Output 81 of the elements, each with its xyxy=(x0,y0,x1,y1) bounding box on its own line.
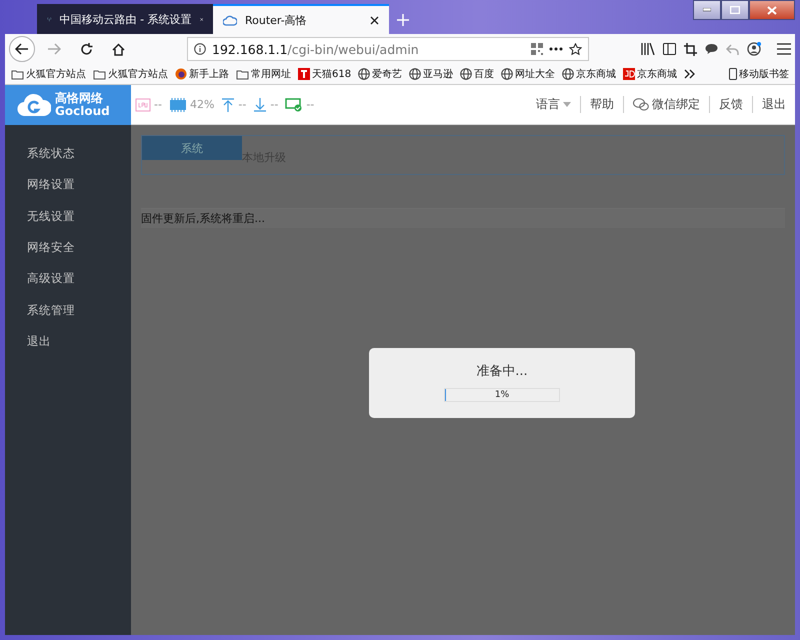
globe-icon xyxy=(409,68,422,80)
minimize-icon xyxy=(703,8,711,12)
back-arrow-icon xyxy=(15,43,29,55)
stat-value: -- xyxy=(154,98,162,111)
qr-code-icon[interactable] xyxy=(531,43,543,55)
bookmark-link[interactable]: 火狐官方站点 xyxy=(93,67,168,81)
sidebar-item[interactable]: 无线设置 xyxy=(5,200,131,232)
ram-icon xyxy=(168,98,187,112)
reload-icon[interactable] xyxy=(80,42,92,56)
cpu-icon xyxy=(135,98,151,112)
chevron-icon[interactable] xyxy=(684,69,696,79)
bookmark-link[interactable]: 爱奇艺 xyxy=(358,67,402,81)
bookmark-link[interactable]: 百度 xyxy=(460,67,494,81)
monitor-check-icon xyxy=(285,98,304,112)
globe-icon xyxy=(562,68,574,80)
minimize-button[interactable] xyxy=(693,0,721,20)
globe-icon xyxy=(501,68,514,80)
close-icon xyxy=(767,6,777,14)
stat-value: -- xyxy=(238,98,246,111)
header-link[interactable]: 退出 xyxy=(762,96,786,113)
account-icon[interactable] xyxy=(747,42,761,56)
home-icon[interactable] xyxy=(112,42,124,56)
close-icon[interactable] xyxy=(370,16,379,24)
star-icon[interactable] xyxy=(569,42,582,56)
globe-icon xyxy=(460,68,472,80)
sidebar-item[interactable]: 高级设置 xyxy=(5,263,131,294)
menu-icon[interactable] xyxy=(777,43,791,55)
crop-icon[interactable] xyxy=(684,42,697,56)
dialog-title: 准备中... xyxy=(476,363,528,380)
progress-reading: 1% xyxy=(494,390,510,400)
stat-value: -- xyxy=(270,98,278,111)
jd-logo-icon xyxy=(623,68,636,80)
bookmark-link[interactable]: 网址大全 xyxy=(501,67,556,81)
t-logo-icon xyxy=(298,68,310,80)
bookmark-link[interactable]: 京东商城 xyxy=(562,67,616,81)
sidebar-item[interactable]: 网络设置 xyxy=(5,169,131,201)
stat-value: -- xyxy=(306,98,314,111)
browser-tab[interactable]: 中国移动云路由 - 系统设置 xyxy=(37,4,213,34)
sidebar-item[interactable]: 系统状态 xyxy=(5,138,131,170)
header-link[interactable]: 反馈 xyxy=(719,96,743,113)
browser-tab[interactable]: Router-高恪 xyxy=(213,4,389,34)
cloud-icon xyxy=(223,14,237,26)
header-link[interactable]: 帮助 xyxy=(590,96,614,113)
phone-icon xyxy=(729,68,737,80)
more-icon[interactable] xyxy=(549,47,563,51)
info-icon xyxy=(194,43,206,55)
bookmark-link[interactable]: 亚马逊 xyxy=(409,67,454,81)
bookmark-link[interactable]: 天猫618 xyxy=(298,67,352,81)
firefox-icon xyxy=(175,68,187,80)
brand-name: 高恪网络 xyxy=(55,92,104,105)
chat-bubbles-icon xyxy=(633,98,649,111)
address-bar[interactable]: 192.168.1.1/cgi-bin/webui/admin xyxy=(187,37,589,61)
stat-value: 42% xyxy=(190,98,214,111)
caret-icon xyxy=(563,102,571,107)
bookmark-link[interactable]: 火狐官方站点 xyxy=(11,67,86,81)
folder-icon xyxy=(11,68,24,80)
close-button[interactable] xyxy=(749,0,795,20)
download-arrow-icon xyxy=(253,98,268,112)
bookmark-link[interactable]: 移动版书签 xyxy=(729,67,789,81)
sidebar-item[interactable]: 退出 xyxy=(5,326,131,358)
plus-icon[interactable] xyxy=(397,14,409,26)
header-link[interactable]: 微信绑定 xyxy=(652,96,700,113)
notice-text: 固件更新后,系统将重启... xyxy=(141,209,785,228)
sidebar-icon[interactable] xyxy=(663,43,676,55)
sidebar-item[interactable]: 网络安全 xyxy=(5,232,131,264)
bookmark-link[interactable]: 新手上路 xyxy=(175,67,229,81)
bookmark-link[interactable]: 常用网址 xyxy=(236,67,291,81)
cloud-logo-icon xyxy=(17,92,51,118)
sidebar-item[interactable]: 系统管理 xyxy=(5,294,131,326)
back-button[interactable] xyxy=(9,36,35,62)
folder-icon xyxy=(93,68,106,80)
brand-name-english: Gocloud xyxy=(55,105,110,118)
maximize-button[interactable] xyxy=(721,0,749,20)
upload-arrow-icon xyxy=(221,98,236,112)
speech-bubble-icon[interactable] xyxy=(705,43,718,55)
globe-icon xyxy=(358,68,370,80)
maximize-icon xyxy=(730,6,740,14)
bookmark-link[interactable]: 京东商城 xyxy=(623,67,678,81)
library-icon[interactable] xyxy=(641,43,655,55)
header-link[interactable]: 语言 xyxy=(536,96,560,113)
folder-icon xyxy=(236,68,249,80)
